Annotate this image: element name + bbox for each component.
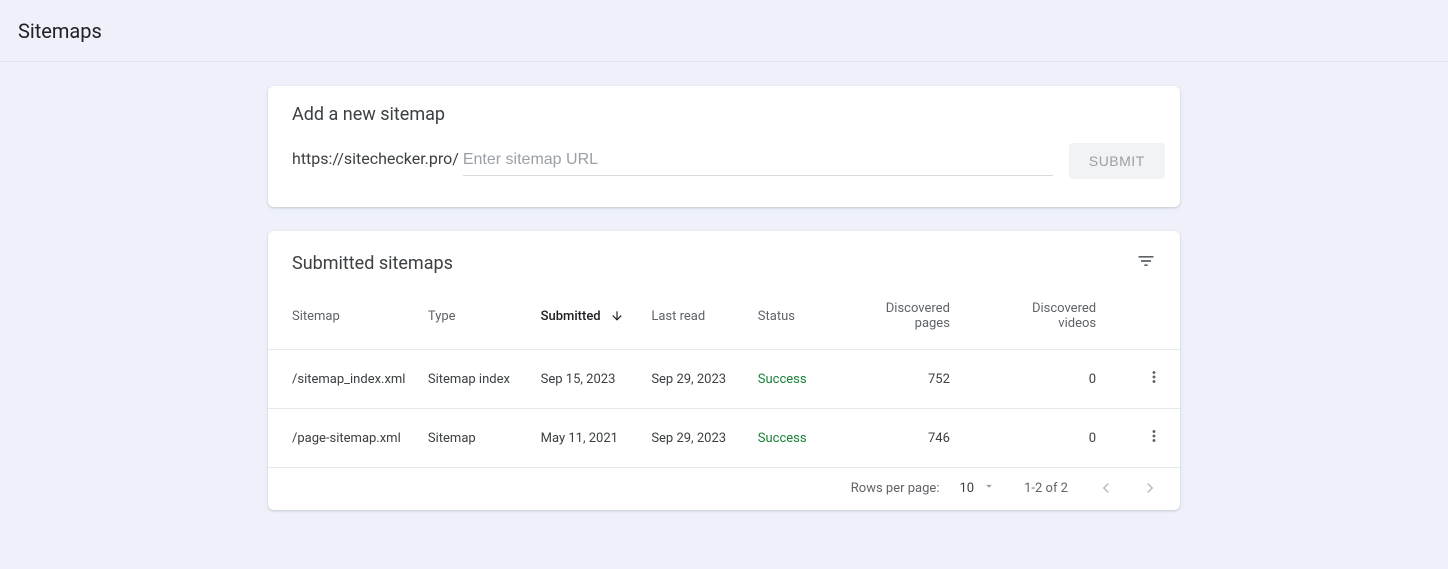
table-row[interactable]: /sitemap_index.xml Sitemap index Sep 15,… [268, 350, 1180, 409]
col-submitted[interactable]: Submitted [533, 285, 644, 350]
cell-last-read: Sep 29, 2023 [643, 409, 749, 468]
col-status[interactable]: Status [750, 285, 844, 350]
url-prefix: https://sitechecker.pro/ [292, 149, 459, 168]
cell-videos: 0 [990, 350, 1136, 409]
rows-per-page[interactable]: Rows per page: 10 [851, 479, 996, 497]
cell-submitted: May 11, 2021 [533, 409, 644, 468]
page-title: Sitemaps [18, 19, 102, 43]
cell-pages: 746 [844, 409, 990, 468]
add-sitemap-title: Add a new sitemap [268, 86, 1180, 125]
col-submitted-label: Submitted [541, 309, 601, 324]
table-header-row: Sitemap Type Submitted Last read Status … [268, 285, 1180, 350]
col-discovered-videos[interactable]: Discovered videos [990, 285, 1136, 350]
cell-last-read: Sep 29, 2023 [643, 350, 749, 409]
more-vert-icon[interactable] [1145, 427, 1163, 445]
col-actions [1136, 285, 1180, 350]
rows-value-text: 10 [959, 481, 974, 496]
rows-per-page-value: 10 [959, 479, 996, 497]
cell-sitemap: /sitemap_index.xml [268, 350, 420, 409]
add-sitemap-card: Add a new sitemap https://sitechecker.pr… [268, 86, 1180, 207]
pagination-nav [1096, 478, 1160, 498]
more-vert-icon[interactable] [1145, 368, 1163, 386]
arrow-down-icon [610, 309, 624, 323]
col-last-read[interactable]: Last read [643, 285, 749, 350]
prev-page-button[interactable] [1096, 478, 1116, 498]
sitemaps-table: Sitemap Type Submitted Last read Status … [268, 285, 1180, 468]
pagination-bar: Rows per page: 10 1-2 of 2 [268, 468, 1180, 510]
filter-icon[interactable] [1136, 251, 1156, 275]
cell-videos: 0 [990, 409, 1136, 468]
cell-status: Success [750, 409, 844, 468]
submitted-sitemaps-card: Submitted sitemaps Sitemap Type Submitte… [268, 231, 1180, 510]
pagination-range: 1-2 of 2 [1024, 481, 1068, 496]
add-sitemap-body: https://sitechecker.pro/ SUBMIT [268, 125, 1180, 207]
submit-button[interactable]: SUBMIT [1069, 143, 1165, 179]
cell-status: Success [750, 350, 844, 409]
cell-submitted: Sep 15, 2023 [533, 350, 644, 409]
col-discovered-pages[interactable]: Discovered pages [844, 285, 990, 350]
content-area: Add a new sitemap https://sitechecker.pr… [0, 62, 1448, 534]
sitemap-input-wrapper: https://sitechecker.pro/ [292, 147, 1053, 176]
rows-per-page-label: Rows per page: [851, 481, 940, 496]
col-type[interactable]: Type [420, 285, 533, 350]
sitemap-url-input[interactable] [463, 147, 1053, 176]
cell-type: Sitemap [420, 409, 533, 468]
table-row[interactable]: /page-sitemap.xml Sitemap May 11, 2021 S… [268, 409, 1180, 468]
dropdown-icon [982, 479, 996, 497]
submitted-header: Submitted sitemaps [268, 231, 1180, 285]
cell-sitemap: /page-sitemap.xml [268, 409, 420, 468]
col-sitemap[interactable]: Sitemap [268, 285, 420, 350]
cell-pages: 752 [844, 350, 990, 409]
next-page-button[interactable] [1140, 478, 1160, 498]
submitted-title: Submitted sitemaps [292, 253, 453, 274]
page-header: Sitemaps [0, 0, 1448, 62]
cell-type: Sitemap index [420, 350, 533, 409]
